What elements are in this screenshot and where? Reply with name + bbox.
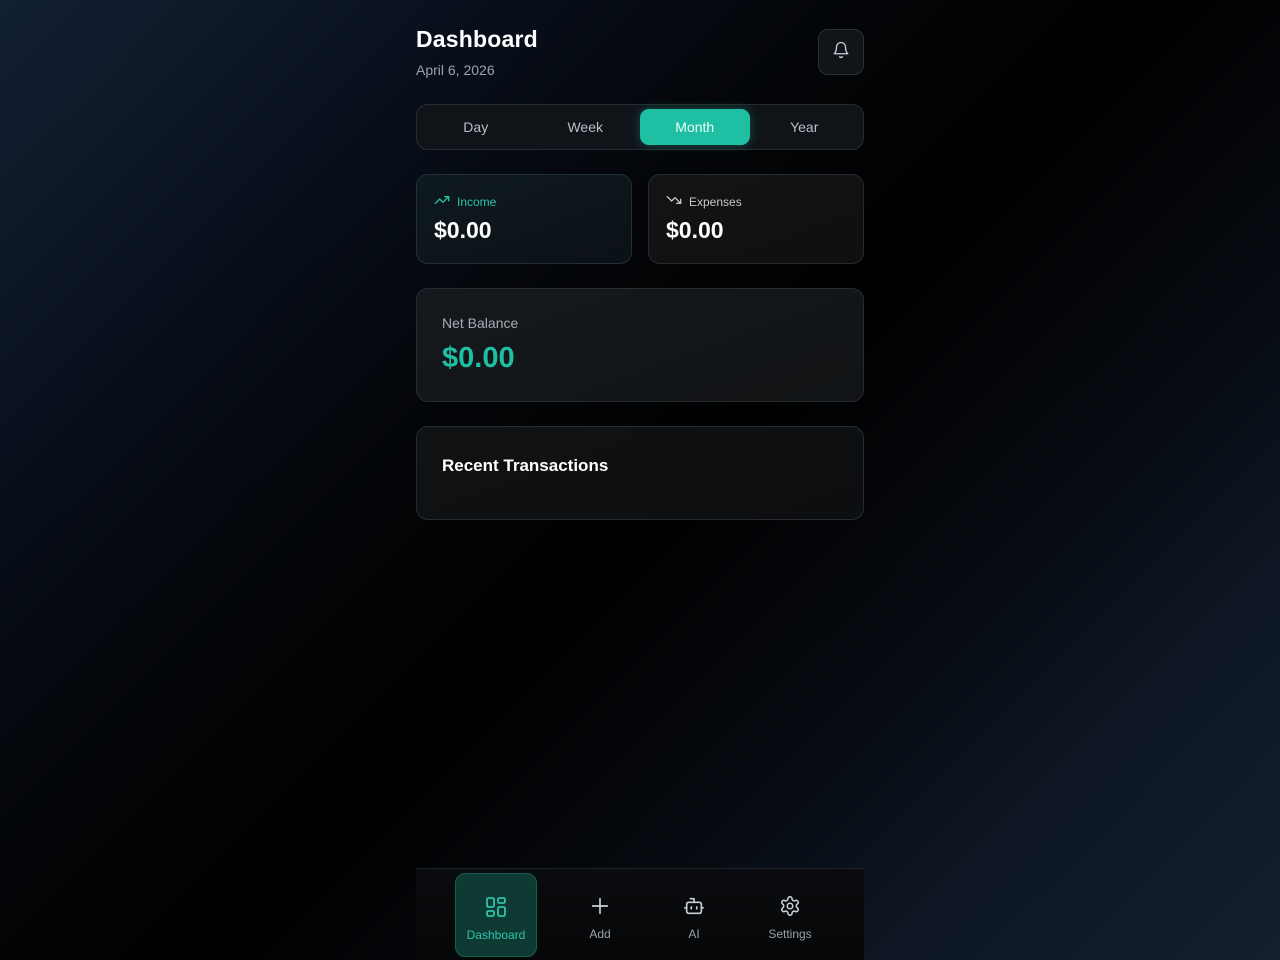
nav-dashboard[interactable]: Dashboard: [455, 873, 537, 957]
nav-add[interactable]: Add: [560, 873, 640, 957]
net-balance-label: Net Balance: [442, 315, 519, 331]
gear-icon: [779, 894, 801, 918]
nav-settings-label: Settings: [768, 927, 812, 941]
nav-ai-label: AI: [688, 927, 700, 941]
robot-icon: [683, 894, 705, 918]
trending-down-icon: [666, 192, 682, 211]
recent-transactions-title: Recent Transactions: [442, 456, 609, 475]
expenses-label: Expenses: [689, 194, 742, 209]
net-balance-value: $0.00: [442, 342, 515, 374]
income-value: $0.00: [434, 217, 492, 243]
bottom-nav: Dashboard Add AI Settings: [416, 868, 864, 960]
expenses-value: $0.00: [666, 217, 724, 243]
nav-dashboard-label: Dashboard: [466, 928, 526, 942]
header: Dashboard April 6, 2026: [416, 26, 864, 82]
income-label-row: Income: [434, 192, 496, 211]
grid-icon: [484, 895, 508, 919]
income-label: Income: [457, 194, 497, 209]
page-date: April 6, 2026: [416, 62, 495, 78]
period-selector: Day Week Month Year: [416, 104, 864, 150]
expenses-label-row: Expenses: [666, 192, 742, 211]
tab-year[interactable]: Year: [750, 109, 860, 145]
recent-transactions-card: Recent Transactions: [416, 426, 864, 520]
expenses-card: Expenses $0.00: [648, 174, 864, 264]
bell-icon: [832, 41, 850, 64]
notifications-button[interactable]: [818, 29, 864, 75]
nav-add-label: Add: [589, 927, 611, 941]
tab-month[interactable]: Month: [640, 109, 750, 145]
tab-day[interactable]: Day: [421, 109, 531, 145]
page-title: Dashboard: [416, 26, 538, 52]
tab-week[interactable]: Week: [531, 109, 641, 145]
app-container: Dashboard April 6, 2026 Day Week Month Y…: [416, 0, 864, 960]
nav-settings[interactable]: Settings: [750, 873, 830, 957]
net-balance-card: Net Balance $0.00: [416, 288, 864, 402]
plus-icon: [589, 894, 611, 918]
income-card: Income $0.00: [416, 174, 632, 264]
nav-ai[interactable]: AI: [654, 873, 734, 957]
trending-up-icon: [434, 192, 450, 211]
